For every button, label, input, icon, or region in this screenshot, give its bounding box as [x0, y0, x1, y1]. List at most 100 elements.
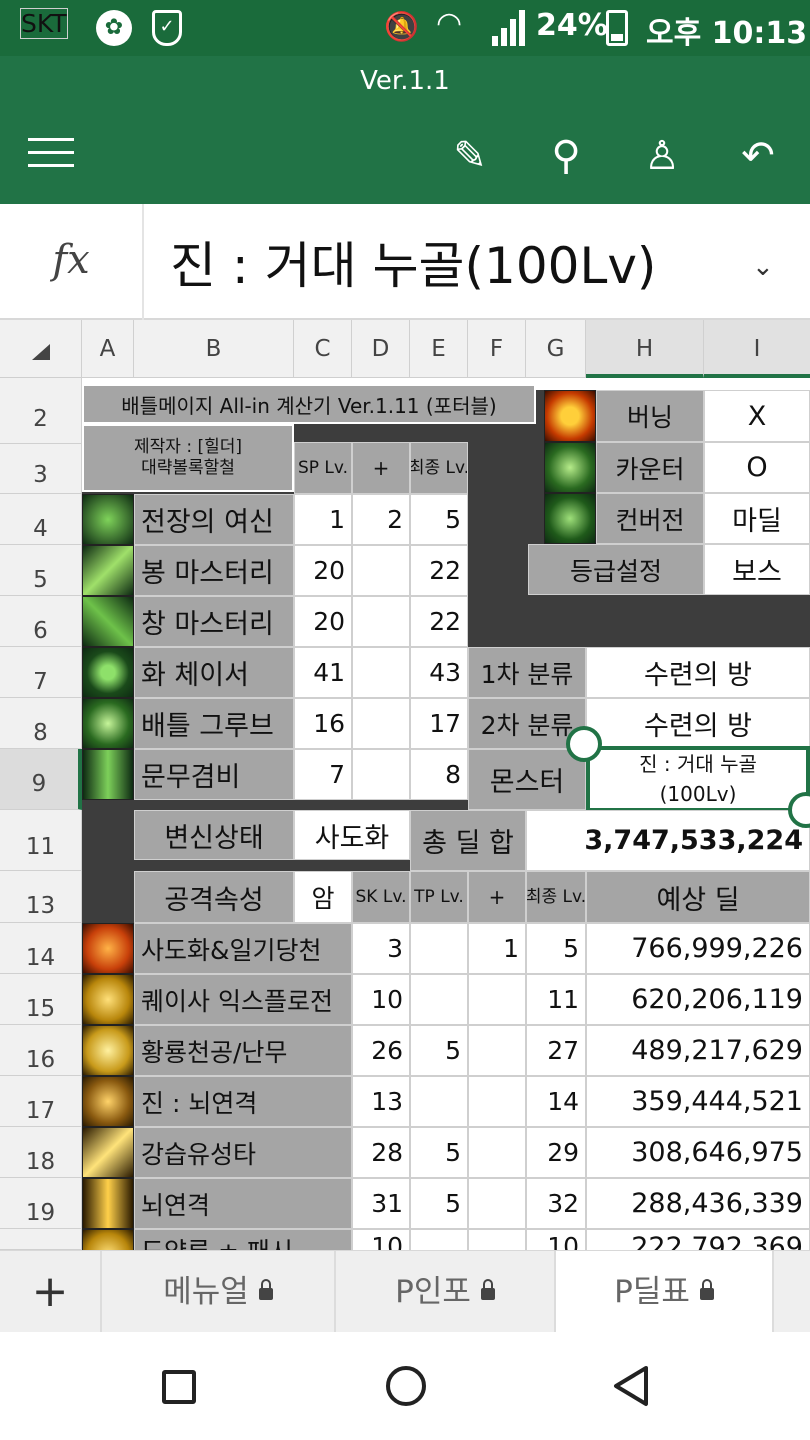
- grade-value[interactable]: 보스: [704, 544, 810, 595]
- row-header[interactable]: 6: [0, 596, 82, 647]
- row-header-selected[interactable]: 9: [0, 749, 82, 810]
- attack-tp[interactable]: [410, 974, 468, 1025]
- skill-plus[interactable]: [352, 596, 410, 647]
- row-header[interactable]: 11: [0, 810, 82, 871]
- skill-sp[interactable]: 7: [294, 749, 352, 800]
- share-person-icon[interactable]: ♙: [632, 128, 692, 184]
- skill-name[interactable]: 문무겸비: [134, 749, 294, 800]
- attack-final[interactable]: 27: [526, 1025, 586, 1076]
- edit-pen-icon[interactable]: ✎: [440, 128, 500, 184]
- option-value[interactable]: 마딜: [704, 493, 810, 544]
- attack-damage[interactable]: 620,206,119: [586, 974, 810, 1025]
- header-sk-lv[interactable]: SK Lv.: [352, 871, 410, 923]
- header-expected-damage[interactable]: 예상 딜: [586, 871, 810, 923]
- attr-label[interactable]: 공격속성: [134, 871, 294, 923]
- col-header-f[interactable]: F: [468, 320, 526, 378]
- skill-name[interactable]: 창 마스터리: [134, 596, 294, 647]
- col-header-a[interactable]: A: [82, 320, 134, 378]
- row-header[interactable]: 7: [0, 647, 82, 698]
- row-header[interactable]: 14: [0, 923, 82, 974]
- skill-sp[interactable]: 16: [294, 698, 352, 749]
- attack-final[interactable]: 14: [526, 1076, 586, 1127]
- formula-value[interactable]: 진 : 거대 누골(100Lv): [170, 226, 656, 298]
- attack-sk[interactable]: 3: [352, 923, 410, 974]
- attack-tp[interactable]: [410, 1076, 468, 1127]
- attack-plus[interactable]: [468, 1076, 526, 1127]
- skill-name[interactable]: 배틀 그루브: [134, 698, 294, 749]
- attack-sk[interactable]: 13: [352, 1076, 410, 1127]
- monster-label[interactable]: 몬스터: [468, 749, 586, 810]
- undo-icon[interactable]: ↶: [728, 128, 788, 184]
- attack-damage[interactable]: 288,436,339: [586, 1178, 810, 1229]
- class1-label[interactable]: 1차 분류: [468, 647, 586, 698]
- skill-final[interactable]: 5: [410, 494, 468, 545]
- spreadsheet-grid[interactable]: 배틀메이지 All-in 계산기 Ver.1.11 (포터블) 제작자 : [힐…: [82, 378, 810, 1250]
- menu-icon[interactable]: [28, 136, 76, 170]
- row-header[interactable]: 8: [0, 698, 82, 749]
- skill-name[interactable]: 봉 마스터리: [134, 545, 294, 596]
- tab-p-info[interactable]: P인포: [336, 1251, 556, 1333]
- header-sp-lv[interactable]: SP Lv.: [294, 442, 352, 494]
- class2-value[interactable]: 수련의 방: [586, 698, 810, 749]
- option-label[interactable]: 카운터: [596, 442, 704, 493]
- attack-final[interactable]: 10: [526, 1229, 586, 1250]
- total-value[interactable]: 3,747,533,224: [526, 810, 810, 871]
- attack-name[interactable]: 진 : 뇌연격: [134, 1076, 352, 1127]
- attack-plus[interactable]: [468, 1178, 526, 1229]
- grade-label[interactable]: 등급설정: [528, 544, 704, 595]
- skill-plus[interactable]: [352, 749, 410, 800]
- attack-damage[interactable]: 359,444,521: [586, 1076, 810, 1127]
- monster-value-selected[interactable]: 진 : 거대 누골 (100Lv): [586, 746, 810, 812]
- attack-plus[interactable]: [468, 1229, 526, 1250]
- skill-sp[interactable]: 1: [294, 494, 352, 545]
- skill-sp[interactable]: 20: [294, 596, 352, 647]
- class1-value[interactable]: 수련의 방: [586, 647, 810, 698]
- attack-tp[interactable]: 5: [410, 1127, 468, 1178]
- row-header[interactable]: 3: [0, 444, 82, 494]
- back-icon[interactable]: [610, 1364, 652, 1408]
- header-tp-lv[interactable]: TP Lv.: [410, 871, 468, 923]
- skill-name[interactable]: 화 체이서: [134, 647, 294, 698]
- add-sheet-button[interactable]: +: [0, 1251, 102, 1333]
- attack-name[interactable]: 퀘이사 익스플로전: [134, 974, 352, 1025]
- row-header[interactable]: 15: [0, 974, 82, 1025]
- option-value[interactable]: O: [704, 442, 810, 493]
- skill-final[interactable]: 22: [410, 545, 468, 596]
- skill-plus[interactable]: [352, 647, 410, 698]
- header-final-lv[interactable]: 최종 Lv.: [410, 442, 468, 494]
- header-plus[interactable]: +: [352, 442, 410, 494]
- author-cell[interactable]: 제작자 : [힐더] 대략볼록할철: [82, 424, 294, 492]
- skill-final[interactable]: 17: [410, 698, 468, 749]
- col-header-d[interactable]: D: [352, 320, 410, 378]
- attack-tp[interactable]: 5: [410, 1178, 468, 1229]
- col-header-e[interactable]: E: [410, 320, 468, 378]
- col-header-h[interactable]: H: [586, 320, 704, 378]
- row-header[interactable]: 2: [0, 378, 82, 444]
- option-value[interactable]: X: [704, 390, 810, 442]
- skill-plus[interactable]: 2: [352, 494, 410, 545]
- attack-final[interactable]: 11: [526, 974, 586, 1025]
- attack-plus[interactable]: [468, 1127, 526, 1178]
- skill-final[interactable]: 43: [410, 647, 468, 698]
- tab-p-damage[interactable]: P딜표: [556, 1251, 774, 1333]
- formula-bar[interactable]: fx 진 : 거대 누골(100Lv) ⌄: [0, 204, 810, 320]
- attack-name[interactable]: 강습유성타: [134, 1127, 352, 1178]
- attack-final[interactable]: 29: [526, 1127, 586, 1178]
- col-header-i[interactable]: I: [704, 320, 810, 378]
- row-header[interactable]: 19: [0, 1178, 82, 1229]
- row-header[interactable]: 13: [0, 871, 82, 923]
- header-final-lv-2[interactable]: 최종 Lv.: [526, 871, 586, 923]
- attack-damage[interactable]: 308,646,975: [586, 1127, 810, 1178]
- attr-value[interactable]: 암: [294, 871, 352, 923]
- attack-sk[interactable]: 28: [352, 1127, 410, 1178]
- attack-plus[interactable]: [468, 1025, 526, 1076]
- total-label[interactable]: 총 딜 합: [410, 810, 526, 871]
- attack-sk[interactable]: 10: [352, 1229, 410, 1250]
- transform-value[interactable]: 사도화: [294, 810, 410, 860]
- row-header[interactable]: 5: [0, 545, 82, 596]
- row-header[interactable]: 18: [0, 1127, 82, 1178]
- attack-sk[interactable]: 26: [352, 1025, 410, 1076]
- row-header[interactable]: 16: [0, 1025, 82, 1076]
- row-header[interactable]: 4: [0, 494, 82, 545]
- attack-sk[interactable]: 31: [352, 1178, 410, 1229]
